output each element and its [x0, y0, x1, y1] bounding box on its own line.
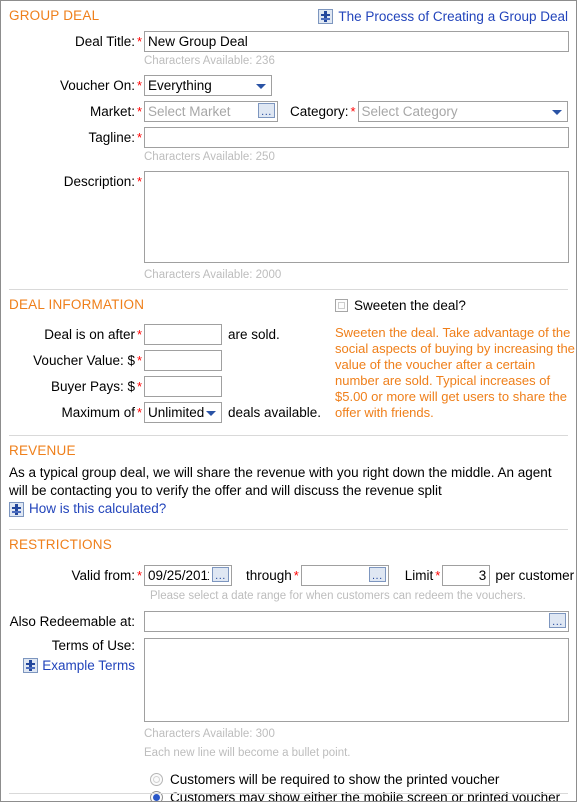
- category-required-star: *: [350, 104, 356, 119]
- voucher-on-select[interactable]: Everything: [144, 75, 272, 96]
- info-icon: [9, 501, 24, 517]
- group-deal-header: GROUP DEAL The Process of Creating a Gro…: [9, 1, 568, 25]
- category-label: Category:: [290, 104, 349, 119]
- divider-bottom: [9, 793, 568, 794]
- maximum-of-select[interactable]: Unlimited: [144, 402, 222, 423]
- info-icon: [318, 9, 334, 24]
- also-redeemable-label: Also Redeemable at:: [9, 613, 135, 629]
- valid-from-label: Valid from:: [71, 567, 135, 583]
- limit-required-star: *: [435, 567, 441, 583]
- deal-is-on-after-suffix: are sold.: [228, 327, 280, 342]
- revenue-calc-link[interactable]: How is this calculated?: [9, 500, 166, 518]
- tagline-hint: Characters Available: 250: [144, 151, 275, 163]
- section-title-revenue: REVENUE: [9, 443, 76, 458]
- chevron-down-icon: [552, 110, 562, 115]
- voucher-value-input[interactable]: [144, 350, 222, 371]
- example-terms-link[interactable]: Example Terms: [23, 657, 135, 673]
- row-voucher-on: Voucher On: * Everything: [9, 75, 568, 96]
- voucher-on-required-star: *: [136, 78, 143, 93]
- through-label: through: [246, 567, 292, 583]
- through-required-star: *: [293, 567, 299, 583]
- voucher-on-select-value: Everything: [148, 78, 212, 93]
- tagline-required-star: *: [136, 130, 143, 145]
- row-description: Description: * Characters Available: 200…: [9, 171, 569, 282]
- terms-of-use-hint-2: Each new line will become a bullet point…: [144, 746, 351, 759]
- buyer-pays-required-star: *: [136, 379, 143, 394]
- process-help-link[interactable]: The Process of Creating a Group Deal: [318, 9, 568, 24]
- row-market-category: Market: * ... Category: * Select Categor…: [9, 101, 568, 122]
- revenue-body-text: As a typical group deal, we will share t…: [9, 465, 552, 498]
- terms-of-use-hint: Characters Available: 300: [144, 727, 275, 740]
- radio-printed-voucher-only[interactable]: [150, 772, 163, 786]
- maximum-of-required-star: *: [136, 405, 143, 420]
- deal-title-label: Deal Title:: [74, 34, 135, 49]
- date-range-hint: Please select a date range for when cust…: [150, 589, 526, 602]
- row-valid-from: Valid from: * ... through * ... Limit * …: [9, 564, 574, 586]
- row-terms-of-use: Terms of Use: Example Terms Characters A…: [9, 637, 569, 760]
- deal-title-hint: Characters Available: 236: [144, 55, 275, 67]
- limit-input[interactable]: [442, 564, 491, 586]
- example-terms-link-label: Example Terms: [42, 657, 135, 673]
- buyer-pays-label: Buyer Pays: $: [50, 379, 135, 394]
- valid-from-required-star: *: [136, 567, 143, 583]
- radio-mobile-or-printed-voucher-label: Customers may show either the mobile scr…: [170, 789, 561, 802]
- also-redeemable-picker-button[interactable]: ...: [549, 612, 566, 628]
- revenue-body: As a typical group deal, we will share t…: [9, 464, 568, 520]
- info-icon: [23, 657, 39, 673]
- market-label: Market:: [89, 104, 135, 119]
- chevron-down-icon: [256, 84, 266, 89]
- description-required-star: *: [136, 174, 143, 189]
- chevron-down-icon: [206, 411, 216, 416]
- deal-is-on-after-input[interactable]: [144, 324, 222, 345]
- maximum-of-select-value: Unlimited: [148, 405, 205, 420]
- group-deal-form-page: GROUP DEAL The Process of Creating a Gro…: [0, 0, 577, 802]
- terms-of-use-textarea[interactable]: [144, 637, 569, 722]
- section-title-group-deal: GROUP DEAL: [9, 8, 100, 23]
- valid-from-date-picker-button[interactable]: ...: [212, 566, 229, 582]
- voucher-display-option-row-0[interactable]: Customers will be required to show the p…: [9, 772, 568, 787]
- deal-title-required-star: *: [136, 34, 143, 49]
- description-label: Description:: [63, 174, 135, 189]
- sweeten-the-deal-block: Sweeten the deal? Sweeten the deal. Take…: [335, 298, 575, 421]
- voucher-value-label: Voucher Value: $: [33, 353, 135, 368]
- voucher-display-option-row-1[interactable]: Customers may show either the mobile scr…: [9, 789, 568, 802]
- sweeten-the-deal-checkbox[interactable]: [335, 299, 348, 312]
- deal-title-input[interactable]: [144, 31, 569, 52]
- terms-of-use-label: Terms of Use:: [51, 637, 135, 653]
- tagline-input[interactable]: [144, 127, 569, 148]
- buyer-pays-input[interactable]: [144, 376, 222, 397]
- process-help-link-label: The Process of Creating a Group Deal: [338, 9, 568, 24]
- radio-printed-voucher-only-label: Customers will be required to show the p…: [170, 771, 500, 787]
- revenue-calc-link-label: How is this calculated?: [29, 501, 167, 516]
- market-required-star: *: [136, 104, 143, 119]
- also-redeemable-input[interactable]: [144, 610, 569, 632]
- category-select[interactable]: Select Category: [357, 101, 568, 122]
- sweeten-the-deal-description: Sweeten the deal. Take advantage of the …: [335, 325, 575, 420]
- description-hint: Characters Available: 2000: [144, 269, 282, 281]
- maximum-of-suffix: deals available.: [228, 405, 322, 420]
- limit-label: Limit: [404, 567, 434, 583]
- tagline-label: Tagline:: [88, 130, 135, 145]
- row-deal-title: Deal Title: * Characters Available: 236: [9, 31, 569, 68]
- category-select-value: Select Category: [361, 104, 458, 119]
- row-also-redeemable: Also Redeemable at: ...: [9, 610, 569, 632]
- deal-is-on-after-required-star: *: [136, 327, 143, 342]
- through-date-picker-button[interactable]: ...: [368, 566, 386, 582]
- market-picker-button[interactable]: ...: [258, 103, 275, 118]
- sweeten-the-deal-checkbox-row[interactable]: Sweeten the deal?: [335, 298, 575, 313]
- limit-suffix: per customer: [495, 567, 575, 583]
- voucher-value-required-star: *: [136, 353, 143, 368]
- row-tagline: Tagline: * Characters Available: 250: [9, 127, 569, 164]
- terms-of-use-label-block: Terms of Use: Example Terms: [9, 638, 135, 676]
- voucher-on-label: Voucher On:: [59, 78, 135, 93]
- description-textarea[interactable]: [144, 171, 569, 263]
- maximum-of-label: Maximum of: [61, 405, 135, 420]
- sweeten-the-deal-checkbox-label: Sweeten the deal?: [354, 298, 466, 313]
- section-title-restrictions: RESTRICTIONS: [9, 536, 112, 552]
- deal-is-on-after-label: Deal is on after: [44, 327, 135, 342]
